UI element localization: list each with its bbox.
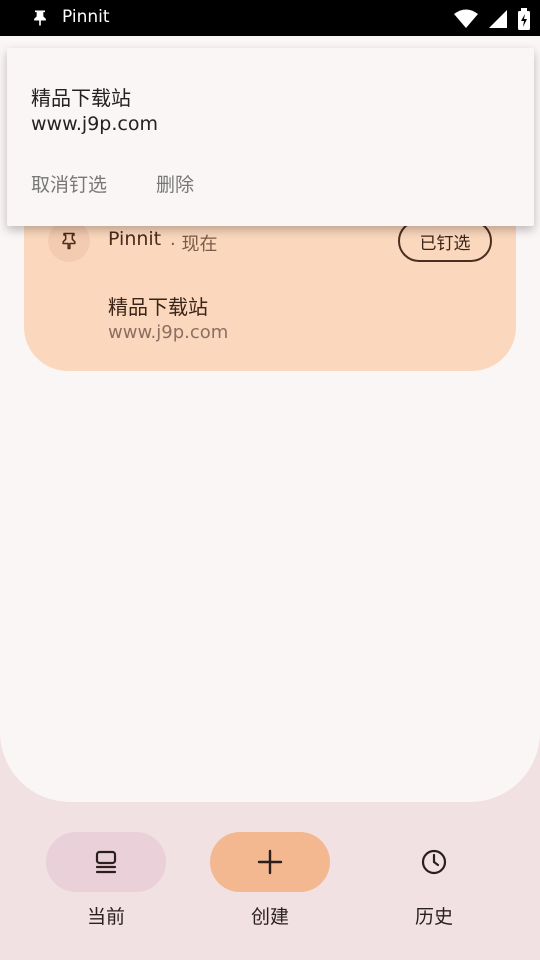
notification-time: · 现在 xyxy=(170,234,218,255)
nav-item-current[interactable]: 当前 xyxy=(46,832,166,929)
nav-item-create[interactable]: 创建 xyxy=(210,832,330,929)
signal-icon xyxy=(489,10,507,28)
plus-icon xyxy=(257,849,283,875)
notification-app-name: Pinnit xyxy=(108,228,162,250)
clock-icon xyxy=(421,849,447,875)
nav-pill-create[interactable] xyxy=(210,832,330,892)
status-icons xyxy=(454,8,530,30)
nav-label-current: 当前 xyxy=(86,906,125,928)
pin-icon xyxy=(34,10,46,26)
nav-label-create: 创建 xyxy=(250,906,289,928)
nav-pill-current[interactable] xyxy=(46,832,166,892)
nav-item-history[interactable]: 历史 xyxy=(374,832,494,929)
battery-icon xyxy=(518,8,530,30)
unpin-button[interactable]: 取消钉选 xyxy=(31,170,107,197)
current-icon xyxy=(95,850,117,874)
popup-title: 精品下载站 xyxy=(31,86,131,110)
delete-button[interactable]: 删除 xyxy=(156,170,194,197)
nav-label-history: 历史 xyxy=(414,906,453,928)
pin-icon xyxy=(62,232,76,250)
wifi-icon xyxy=(454,9,478,28)
notification-url: www.j9p.com xyxy=(108,322,229,343)
nav-pill-history[interactable] xyxy=(374,832,494,892)
status-app-name: Pinnit xyxy=(62,7,110,27)
status-bar: Pinnit xyxy=(0,0,540,36)
bottom-navigation: 当前 创建 历史 xyxy=(0,802,540,960)
notification-popup[interactable]: 精品下载站 www.j9p.com 取消钉选 删除 xyxy=(7,48,534,226)
pinned-chip[interactable]: 已钉选 xyxy=(398,220,492,262)
popup-url: www.j9p.com xyxy=(31,113,158,135)
notification-title: 精品下载站 xyxy=(108,295,208,319)
notification-app-icon xyxy=(48,220,90,262)
